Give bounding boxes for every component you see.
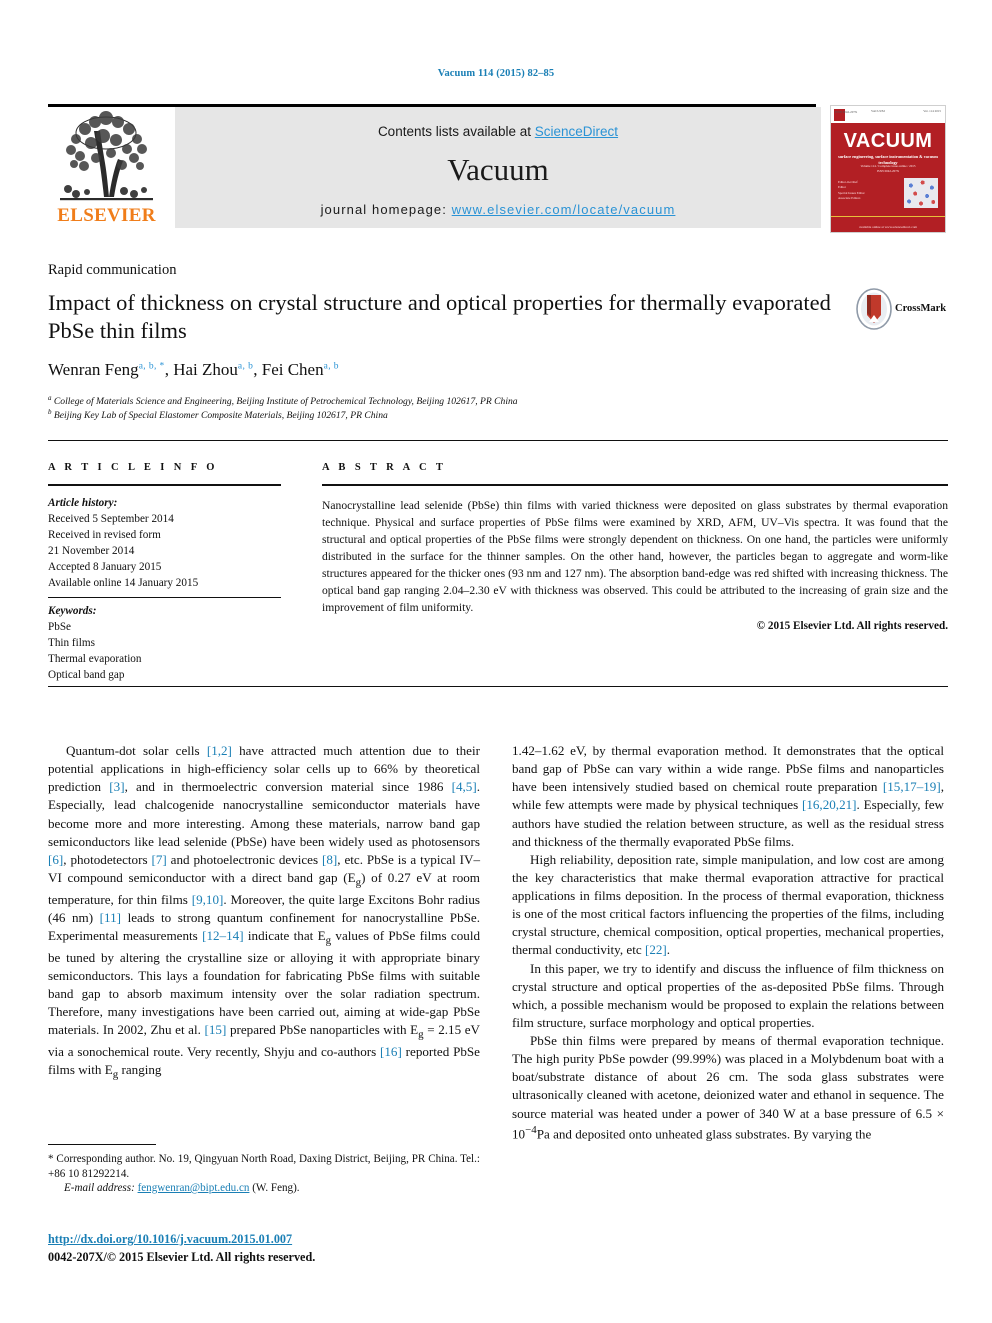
keyword-item: PbSe bbox=[48, 620, 72, 633]
email-note: E-mail address: fengwenran@bipt.edu.cn (… bbox=[48, 1182, 480, 1194]
info-block-bottom-rule bbox=[48, 686, 948, 687]
elsevier-tree-icon bbox=[60, 111, 153, 201]
cover-subtitle-2: Volume 114 / Complete issue online / 201… bbox=[860, 164, 916, 173]
journal-homepage-link[interactable]: www.elsevier.com/locate/vacuum bbox=[452, 202, 676, 217]
article-type-label: Rapid communication bbox=[48, 262, 177, 278]
cover-volume-label: Vol. 114 2015 bbox=[923, 109, 941, 113]
crossmark-badge-group[interactable]: CrossMark bbox=[855, 288, 947, 332]
author-name: Hai Zhou bbox=[173, 360, 238, 379]
author-affiliation-marks: a, b bbox=[237, 361, 254, 372]
paragraph: High reliability, deposition rate, simpl… bbox=[512, 851, 944, 958]
journal-cover-thumbnail[interactable]: ISSN 0042-207X VACUUM Vol. 114 2015 VACU… bbox=[830, 105, 946, 233]
email-suffix: (W. Feng). bbox=[252, 1182, 300, 1194]
author-affiliation-marks: a, b bbox=[323, 361, 339, 372]
paper-page: Vacuum 114 (2015) 82–85 ELSEVIER Content… bbox=[0, 0, 992, 1323]
article-info-rule bbox=[48, 484, 281, 486]
email-label: E-mail address: bbox=[64, 1182, 135, 1194]
abstract-text: Nanocrystalline lead selenide (PbSe) thi… bbox=[322, 499, 948, 615]
abstract-rule bbox=[322, 484, 948, 486]
author-list: Wenran Fenga, b, *, Hai Zhoua, b, Fei Ch… bbox=[48, 360, 339, 379]
citation-ref[interactable]: [15,17–19] bbox=[883, 779, 941, 794]
cover-top-title: VACUUM bbox=[871, 109, 885, 113]
doi-link[interactable]: http://dx.doi.org/10.1016/j.vacuum.2015.… bbox=[48, 1232, 292, 1247]
citation-ref[interactable]: [9,10] bbox=[192, 892, 224, 907]
citation-ref[interactable]: [3] bbox=[109, 779, 124, 794]
article-info-heading: A R T I C L E I N F O bbox=[48, 462, 218, 473]
history-item: Accepted 8 January 2015 bbox=[48, 560, 162, 573]
cover-title: VACUUM bbox=[843, 130, 933, 152]
affiliation-a: a College of Materials Science and Engin… bbox=[48, 394, 848, 407]
homepage-prefix: journal homepage: bbox=[320, 202, 452, 217]
keywords-label: Keywords: bbox=[48, 605, 97, 617]
journal-homepage-line: journal homepage: www.elsevier.com/locat… bbox=[175, 202, 821, 217]
article-history-label: Article history: bbox=[48, 497, 118, 509]
sciencedirect-link[interactable]: ScienceDirect bbox=[535, 124, 618, 139]
citation-ref[interactable]: [16,20,21] bbox=[802, 797, 857, 812]
affiliation-text: College of Materials Science and Enginee… bbox=[53, 396, 518, 408]
info-block-top-rule bbox=[48, 440, 948, 441]
affiliation-mark: a bbox=[48, 394, 52, 402]
affiliation-b: b Beijing Key Lab of Special Elastomer C… bbox=[48, 408, 848, 421]
citation-ref[interactable]: [16] bbox=[380, 1044, 402, 1059]
crossmark-label: CrossMark bbox=[895, 303, 947, 314]
paragraph: In this paper, we try to identify and di… bbox=[512, 960, 944, 1030]
citation-ref[interactable]: [15] bbox=[205, 1022, 227, 1037]
cover-footer-text: available online at www.sciencedirect.co… bbox=[858, 225, 918, 229]
crossmark-icon[interactable] bbox=[855, 288, 893, 330]
email-link[interactable]: fengwenran@bipt.edu.cn bbox=[138, 1182, 250, 1194]
history-item: Available online 14 January 2015 bbox=[48, 576, 199, 589]
journal-name: Vacuum bbox=[447, 152, 549, 187]
abstract-copyright: © 2015 Elsevier Ltd. All rights reserved… bbox=[756, 620, 948, 632]
running-head: Vacuum 114 (2015) 82–85 bbox=[437, 68, 555, 79]
body-column-right: 1.42–1.62 eV, by thermal evaporation met… bbox=[512, 742, 944, 1143]
citation-ref[interactable]: [11] bbox=[100, 910, 121, 925]
keyword-item: Optical band gap bbox=[48, 668, 125, 681]
footnote-rule bbox=[48, 1144, 156, 1145]
citation-ref[interactable]: [12–14] bbox=[202, 928, 243, 943]
history-item: Received 5 September 2014 bbox=[48, 512, 174, 525]
keyword-item: Thin films bbox=[48, 636, 95, 649]
journal-band: Contents lists available at ScienceDirec… bbox=[175, 107, 821, 228]
cover-topbar: ISSN 0042-207X VACUUM Vol. 114 2015 bbox=[831, 106, 945, 123]
cover-editors: Editor-in-Chief Editor Special Issues Edit… bbox=[838, 180, 865, 201]
keywords-top-rule bbox=[48, 597, 281, 598]
contents-prefix: Contents lists available at bbox=[377, 124, 535, 139]
author-name: Wenran Feng bbox=[48, 360, 139, 379]
contents-line: Contents lists available at ScienceDirec… bbox=[175, 124, 821, 139]
keyword-item: Thermal evaporation bbox=[48, 652, 142, 665]
keywords-list: Keywords: PbSe Thin films Thermal evapor… bbox=[48, 604, 280, 684]
author-affiliation-marks: a, b, * bbox=[138, 361, 165, 372]
citation-ref[interactable]: [22] bbox=[645, 942, 667, 957]
affiliation-mark: b bbox=[48, 408, 52, 416]
history-item: 21 November 2014 bbox=[48, 544, 135, 557]
citation-ref[interactable]: [4,5] bbox=[452, 779, 477, 794]
journal-masthead: ELSEVIER Contents lists available at Sci… bbox=[48, 105, 946, 233]
body-column-left: Quantum-dot solar cells [1,2] have attra… bbox=[48, 742, 480, 1083]
history-item: Received in revised form bbox=[48, 528, 161, 541]
elsevier-logo: ELSEVIER bbox=[48, 107, 165, 229]
paragraph: PbSe thin films were prepared by means o… bbox=[512, 1033, 944, 1141]
article-history: Article history: Received 5 September 20… bbox=[48, 496, 280, 591]
paragraph: Quantum-dot solar cells [1,2] have attra… bbox=[48, 743, 481, 1081]
author-name: Fei Chen bbox=[261, 360, 324, 379]
affiliation-text: Beijing Key Lab of Special Elastomer Com… bbox=[53, 410, 388, 422]
cover-divider bbox=[831, 215, 945, 217]
issn-copyright: 0042-207X/© 2015 Elsevier Ltd. All right… bbox=[48, 1250, 316, 1264]
paragraph: 1.42–1.62 eV, by thermal evaporation met… bbox=[512, 743, 944, 849]
citation-ref[interactable]: [6] bbox=[48, 852, 63, 867]
citation-ref[interactable]: [8] bbox=[322, 852, 337, 867]
citation-ref[interactable]: [7] bbox=[151, 852, 166, 867]
citation-ref[interactable]: [1,2] bbox=[207, 743, 232, 758]
page-title: Impact of thickness on crystal structure… bbox=[48, 290, 831, 344]
abstract-heading: A B S T R A C T bbox=[322, 462, 447, 473]
cover-issn-label: ISSN 0042-207X bbox=[835, 110, 858, 114]
elsevier-wordmark: ELSEVIER bbox=[57, 205, 156, 226]
corresponding-author-note: * Corresponding author. No. 19, Qingyuan… bbox=[48, 1153, 480, 1181]
cover-molecule-graphic bbox=[904, 178, 938, 208]
